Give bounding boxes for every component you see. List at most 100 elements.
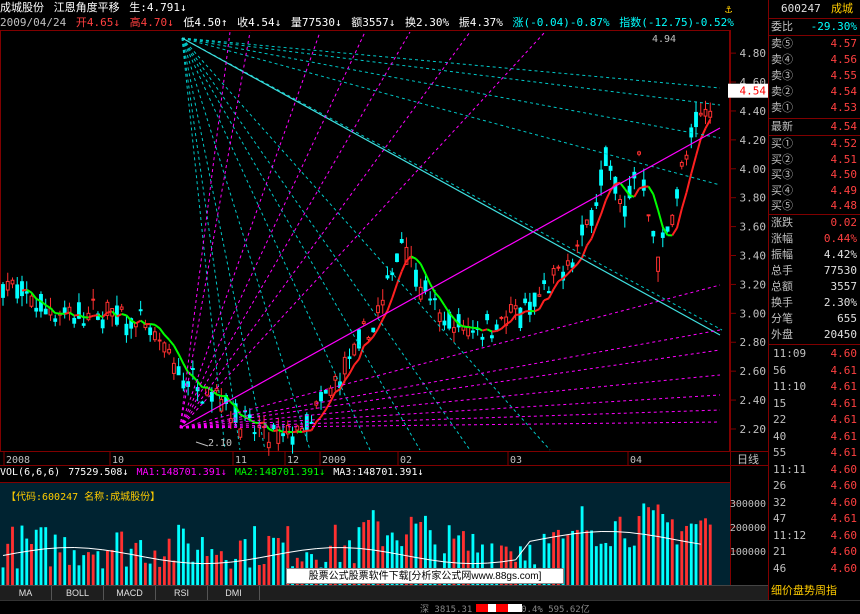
- ma-line: [547, 288, 555, 299]
- candle-body: [433, 298, 437, 301]
- candle-body: [675, 189, 679, 199]
- tick-time: 11:11: [773, 462, 807, 476]
- header-high: 高4.70↓: [129, 16, 174, 29]
- gann-angle-line: [181, 37, 721, 186]
- ma-line: [177, 353, 185, 365]
- candle-body: [53, 318, 58, 322]
- tab-ma[interactable]: MA: [0, 586, 52, 600]
- price-axis-label: 3.00: [740, 307, 767, 320]
- candle-body: [100, 319, 105, 329]
- stat-row-value: 0.44%: [823, 232, 857, 245]
- candle-body: [580, 224, 585, 236]
- tick-time: 21: [773, 545, 787, 558]
- header-change: 涨(-0.04)-0.87%: [512, 16, 610, 29]
- volume-ma-line: [188, 562, 203, 565]
- volume-bar: [661, 513, 665, 585]
- ad-banner[interactable]: 股票公式股票软件下载[分析家公式网www.88gs.com]: [286, 568, 564, 584]
- header-date: 2009/04/24: [0, 16, 67, 29]
- volume-bar: [63, 537, 67, 585]
- tick-row: 56 4.61: [771, 364, 859, 378]
- volume-bar: [243, 539, 247, 585]
- ma-line: [64, 311, 70, 315]
- volume-bar: [72, 550, 76, 585]
- gann-angle-line: [181, 37, 241, 451]
- candle-body: [656, 256, 660, 272]
- tick-time: 22: [773, 413, 787, 426]
- time-axis-label: 12: [287, 455, 299, 466]
- tick-row: 40 4.61: [771, 430, 859, 444]
- ma-line: [704, 119, 712, 129]
- chart-canvas[interactable]: 4.804.604.404.204.003.803.603.403.203.00…: [0, 0, 768, 614]
- quote-footer-tabs[interactable]: 细价盘势周指: [771, 584, 859, 598]
- volume-bar: [143, 562, 147, 585]
- sell-level-value: 4.53: [830, 101, 858, 114]
- candle-body: [209, 391, 214, 402]
- anchor-icon[interactable]: ⚓: [725, 2, 732, 16]
- candle-body: [395, 253, 399, 263]
- ma-line: [391, 283, 398, 299]
- low-price-label: 2.10: [208, 438, 232, 449]
- tab-dmi[interactable]: DMI: [208, 586, 260, 600]
- price-axis-label: 2.80: [740, 336, 767, 349]
- tab-macd[interactable]: MACD: [104, 586, 156, 600]
- sell-level-value: 4.56: [830, 53, 858, 66]
- candle-body: [342, 356, 347, 375]
- weibi-value: -29.30%: [810, 20, 857, 33]
- volume-bar: [234, 558, 238, 585]
- ma-line: [415, 258, 422, 265]
- ma-line: [334, 388, 341, 393]
- candle-body: [518, 307, 523, 329]
- ma-line: [149, 323, 156, 326]
- volume-bar: [604, 542, 608, 585]
- candle-body: [694, 111, 698, 128]
- vol-name: VOL(6,6,6): [0, 467, 61, 478]
- ma-line: [268, 427, 274, 433]
- volume-bar: [115, 532, 119, 585]
- volume-bar: [262, 564, 266, 585]
- volume-bar: [6, 543, 10, 585]
- ma-line: [396, 270, 403, 285]
- tab-boll[interactable]: BOLL: [52, 586, 104, 600]
- status-bar: 深 3815.31 -15.24 -0.4% 595.62亿: [0, 600, 860, 614]
- buy-level-label: 买①: [771, 138, 793, 150]
- ma-line: [140, 319, 146, 325]
- low-marker: [195, 441, 209, 447]
- gann-angle-line: [181, 37, 721, 89]
- candle-body: [442, 320, 447, 326]
- candle-body: [684, 154, 689, 160]
- buy-level-label: 买⑤: [771, 200, 793, 212]
- candle-body: [24, 291, 29, 294]
- volume-bar: [248, 567, 252, 585]
- stat-row-label: 振幅: [771, 249, 793, 261]
- ma-line: [538, 299, 546, 310]
- buy-level: 买③ 4.50: [771, 168, 859, 182]
- tab-rsi[interactable]: RSI: [156, 586, 208, 600]
- indicator-name[interactable]: 江恩角度平移: [54, 1, 120, 14]
- price-axis-label: 4.00: [740, 163, 767, 176]
- time-axis-label: 2008: [6, 455, 30, 466]
- buy-level-value: 4.51: [830, 152, 858, 166]
- candle-body: [646, 214, 651, 217]
- divider: [769, 118, 860, 119]
- volume-bar: [680, 531, 684, 585]
- volume-bar: [267, 535, 271, 585]
- stat-row-value: 3557: [830, 280, 858, 293]
- candle-body: [527, 301, 532, 315]
- ma-line: [690, 155, 697, 174]
- header-amplitude: 振4.37%: [458, 16, 503, 29]
- stat-row: 换手 2.30%: [771, 296, 859, 310]
- kline-chart-area[interactable]: 4.80 4.60 4.40 4.20 4.00 3.80 3.60 3.40 3.20 3.00…: [0, 0, 768, 614]
- candle-body: [508, 304, 513, 313]
- volume-bar: [585, 530, 589, 585]
- ma-line: [45, 304, 52, 309]
- tick-time: 55: [773, 446, 787, 459]
- ma-line: [590, 225, 598, 239]
- volume-bar: [167, 538, 171, 585]
- volume-bar: [609, 546, 612, 585]
- candle-body: [148, 327, 153, 336]
- ma-line: [486, 328, 493, 333]
- candle-body: [542, 280, 547, 284]
- candle-body: [575, 244, 580, 247]
- volume-axis-label: 300000: [730, 499, 766, 510]
- candle-body: [138, 309, 143, 312]
